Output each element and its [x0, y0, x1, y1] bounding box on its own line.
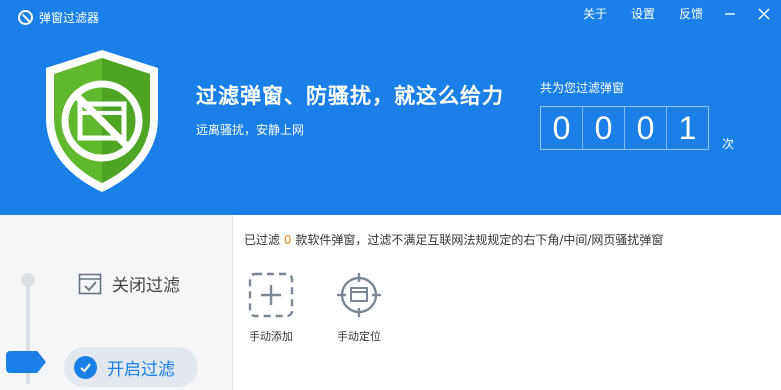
manual-locate-label: 手动定位: [337, 330, 381, 343]
menu-settings[interactable]: 设置: [631, 5, 655, 22]
app-title-bar: 弹窗过滤器: [18, 9, 99, 26]
top-menu: 关于 设置 反馈: [559, 5, 771, 22]
app-logo-icon: [18, 10, 33, 25]
counter-digit: 1: [678, 109, 697, 146]
close-icon[interactable]: [757, 7, 771, 21]
header-banner: 弹窗过滤器 关于 设置 反馈 过滤弹窗、防骚扰，就这么给力 远离骚扰，安静上网 …: [0, 0, 781, 215]
counter-digit: 0: [583, 107, 625, 149]
status-suffix: 款软件弹窗，过滤不满足互联网法规规定的右下角/中间/网页骚扰弹窗: [295, 233, 664, 247]
filter-toggle-panel: 关闭过滤 开启过滤: [0, 215, 233, 390]
status-count: 0: [283, 233, 292, 247]
counter-digit: 0: [625, 107, 667, 149]
crosshair-icon: [337, 273, 381, 317]
close-filter-label: 关闭过滤: [112, 276, 180, 296]
manual-add-label: 手动添加: [249, 330, 293, 343]
open-filter-option[interactable]: 开启过滤: [64, 347, 198, 387]
counter-label: 共为您过滤弹窗: [540, 81, 625, 95]
shield-icon: [46, 50, 158, 192]
headline: 过滤弹窗、防骚扰，就这么给力: [196, 84, 504, 108]
add-icon: [248, 272, 294, 318]
app-title: 弹窗过滤器: [39, 11, 100, 25]
counter-digit: 0: [541, 107, 583, 149]
filter-slider-handle[interactable]: [6, 351, 46, 373]
filter-status: 已过滤 0 款软件弹窗，过滤不满足互联网法规规定的右下角/中间/网页骚扰弹窗: [244, 231, 663, 248]
check-icon: [74, 355, 97, 379]
counter-unit: 次: [722, 137, 735, 151]
subline: 远离骚扰，安静上网: [196, 123, 305, 137]
open-filter-label: 开启过滤: [107, 359, 175, 380]
popup-counter: 0 0 0 1: [540, 106, 709, 150]
status-prefix: 已过滤: [244, 233, 281, 247]
manual-add-button[interactable]: 手动添加: [241, 272, 301, 344]
minimize-icon[interactable]: [723, 7, 737, 21]
window-check-icon: [78, 273, 102, 294]
menu-about[interactable]: 关于: [583, 5, 607, 22]
manual-locate-button[interactable]: 手动定位: [329, 272, 389, 344]
menu-feedback[interactable]: 反馈: [679, 5, 703, 22]
close-filter-option[interactable]: 关闭过滤: [78, 271, 180, 296]
